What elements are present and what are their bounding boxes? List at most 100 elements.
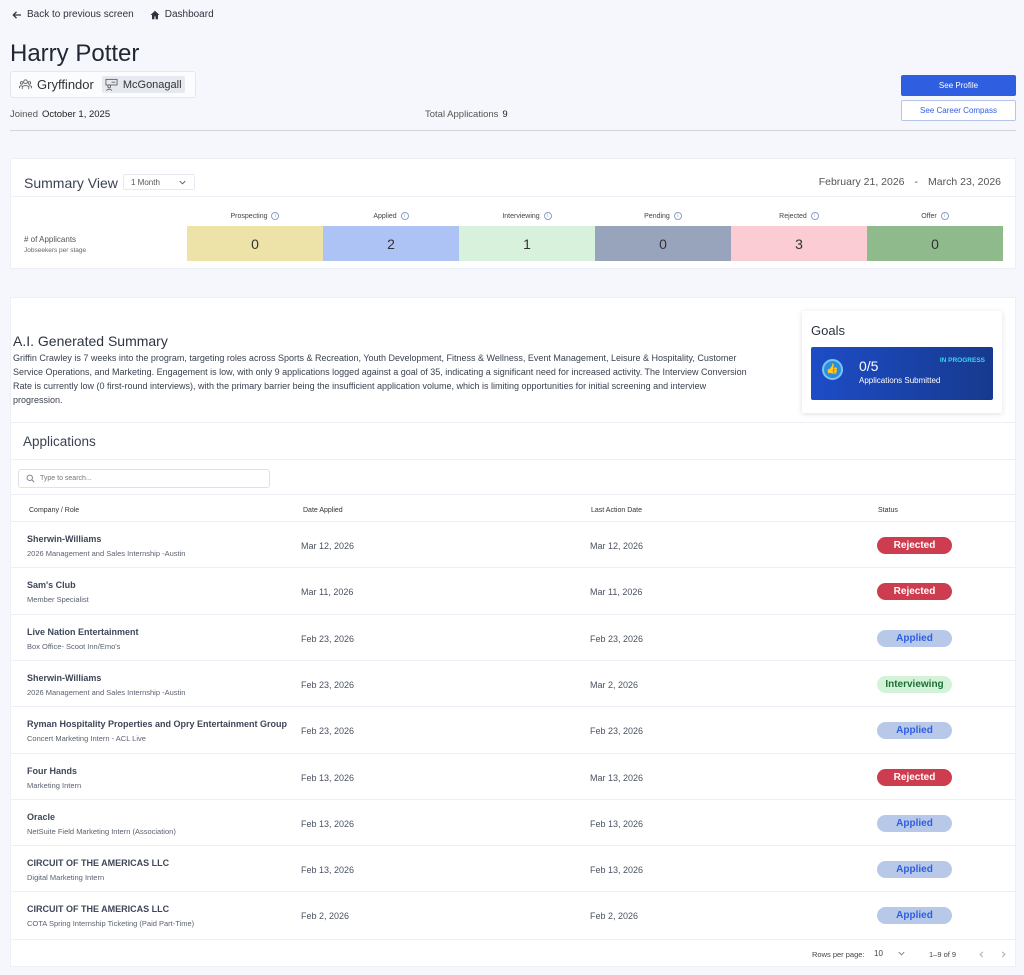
table-row[interactable]: Live Nation Entertainment Box Office- Sco…	[11, 613, 1015, 660]
summary-header: Summary View 1 Month February 21, 2026 -…	[11, 159, 1015, 197]
company-name: Sherwin-Williams	[27, 534, 102, 544]
company-name: Four Hands	[27, 765, 78, 776]
prev-page-button[interactable]	[974, 947, 988, 961]
role-title: COTA Spring Internship Ticketing (Paid P…	[27, 919, 195, 929]
chevron-down-icon	[898, 951, 905, 956]
column-header-date-applied[interactable]: Date Applied	[303, 507, 343, 514]
stage-header-applied: Applied i	[323, 212, 459, 220]
status-badge: Applied	[877, 722, 952, 740]
status-badge: Applied	[877, 814, 952, 832]
date-applied: Feb 13, 2026	[301, 818, 355, 829]
date-range: February 21, 2026 - March 23, 2026	[819, 176, 1001, 188]
top-nav: Back to previous screen Dashboard	[12, 9, 214, 20]
range-start: February 21, 2026	[818, 176, 905, 188]
back-link-label: Back to previous screen	[27, 9, 134, 20]
stage-count-offer[interactable]: 0	[867, 226, 1003, 261]
date-applied: Feb 13, 2026	[301, 865, 355, 876]
last-action-date: Feb 23, 2026	[590, 633, 644, 644]
stage-label: Interviewing	[502, 212, 540, 220]
goal-tile[interactable]: 👍 0/5 Applications Submitted IN PROGRESS	[811, 347, 993, 400]
period-select[interactable]: 1 Month	[123, 174, 195, 190]
role-title: 2026 Management and Sales Internship -Au…	[27, 687, 186, 697]
divider	[11, 422, 1015, 423]
table-row[interactable]: CIRCUIT OF THE AMERICAS LLC Digital Marke…	[11, 845, 1015, 891]
see-career-compass-button[interactable]: See Career Compass	[901, 100, 1016, 121]
stage-header-pending: Pending i	[595, 212, 731, 220]
role-title: Member Specialist	[27, 595, 89, 605]
search-input[interactable]	[40, 475, 260, 482]
table-row[interactable]: Sam's Club Member Specialist Mar 11, 2026 M…	[11, 567, 1015, 613]
role-title: Box Office- Scoot Inn/Emo's	[27, 641, 121, 651]
last-action-date: Feb 13, 2026	[590, 818, 644, 829]
stage-header-prospecting: Prospecting i	[187, 212, 323, 220]
total-applications: Total Applications 9	[425, 109, 508, 120]
applications-title: Applications	[23, 434, 96, 449]
info-icon[interactable]: i	[673, 212, 682, 220]
date-applied: Feb 23, 2026	[301, 679, 355, 690]
info-icon[interactable]: i	[543, 212, 552, 220]
date-applied: Feb 23, 2026	[301, 726, 355, 737]
company-name: Sherwin-Williams	[27, 672, 102, 683]
divider	[11, 459, 1015, 460]
stage-count-pending[interactable]: 0	[595, 226, 731, 261]
stage-label: Offer	[921, 212, 937, 220]
company-name: CIRCUIT OF THE AMERICAS LLC	[27, 858, 170, 869]
table-footer: Rows per page: 10 1–9 of 9	[11, 939, 1015, 967]
stage-label: Rejected	[779, 212, 807, 220]
last-action-date: Mar 12, 2026	[590, 541, 644, 551]
mentor-tag: McGonagall	[101, 76, 185, 93]
goal-count: 0/5	[859, 358, 879, 374]
company-name: Live Nation Entertainment	[27, 626, 139, 637]
back-link[interactable]: Back to previous screen	[12, 9, 134, 20]
stage-label: Applied	[373, 212, 397, 220]
applicants-sublabel: Jobseekers per stage	[24, 247, 87, 254]
stage-header-interviewing: Interviewing i	[459, 212, 595, 220]
stage-count-rejected[interactable]: 3	[731, 226, 867, 261]
table-row[interactable]: Oracle NetSuite Field Marketing Intern (A…	[11, 798, 1015, 845]
stage-count-applied[interactable]: 2	[323, 226, 459, 261]
column-header-company[interactable]: Company / Role	[29, 507, 79, 514]
house-label: Gryffindor	[37, 77, 94, 92]
see-profile-button[interactable]: See Profile	[901, 75, 1016, 96]
role-title: Marketing Intern	[27, 780, 82, 790]
rows-per-page-label: Rows per page:	[812, 950, 865, 959]
column-header-last-action[interactable]: Last Action Date	[591, 507, 642, 514]
column-header-status[interactable]: Status	[878, 507, 898, 514]
goals-title: Goals	[811, 323, 845, 338]
next-page-button[interactable]	[996, 947, 1010, 961]
period-value: 1 Month	[131, 177, 160, 187]
rows-per-page-select[interactable]: 10	[874, 949, 906, 958]
company-name: Ryman Hospitality Properties and Opry En…	[27, 719, 288, 730]
summary-title: Summary View	[24, 175, 118, 191]
stage-count-interviewing[interactable]: 1	[459, 226, 595, 261]
info-icon[interactable]: i	[940, 212, 949, 220]
profile-tags: Gryffindor McGonagall	[10, 71, 196, 98]
goals-card: Goals 👍 0/5 Applications Submitted IN PR…	[802, 311, 1002, 413]
profile-name: Harry Potter	[10, 40, 140, 67]
info-icon[interactable]: i	[810, 212, 819, 220]
thumbs-up-icon: 👍	[822, 359, 843, 380]
table-row[interactable]: CIRCUIT OF THE AMERICAS LLC COTA Spring I…	[11, 891, 1015, 937]
info-icon[interactable]: i	[400, 212, 409, 220]
ai-summary-text: Griffin Crawley is 7 weeks into the prog…	[13, 353, 747, 405]
home-icon	[150, 10, 160, 19]
dashboard-link[interactable]: Dashboard	[150, 9, 214, 20]
info-icon[interactable]: i	[271, 212, 280, 220]
date-applied: Mar 12, 2026	[301, 541, 355, 551]
role-title: 2026 Management and Sales Internship -Au…	[27, 549, 186, 558]
last-action-date: Feb 23, 2026	[590, 726, 644, 737]
date-applied: Feb 2, 2026	[301, 911, 350, 922]
status-badge: Interviewing	[877, 675, 952, 693]
company-name: Sam's Club	[27, 580, 76, 591]
table-row[interactable]: Sherwin-Williams 2026 Management and Sale…	[11, 521, 1015, 567]
table-row[interactable]: Sherwin-Williams 2026 Management and Sale…	[11, 659, 1015, 706]
role-title: Digital Marketing Intern	[27, 873, 105, 883]
range-end: March 23, 2026	[928, 176, 1001, 188]
stage-count-prospecting[interactable]: 0	[187, 226, 323, 261]
total-value: 9	[502, 109, 508, 120]
table-row[interactable]: Ryman Hospitality Properties and Opry En…	[11, 706, 1015, 752]
table-row[interactable]: Four Hands Marketing Intern Feb 13, 2026 Ma…	[11, 752, 1015, 799]
status-badge: Rejected	[877, 583, 952, 601]
date-applied: Feb 13, 2026	[301, 772, 355, 783]
search-box	[18, 469, 270, 488]
